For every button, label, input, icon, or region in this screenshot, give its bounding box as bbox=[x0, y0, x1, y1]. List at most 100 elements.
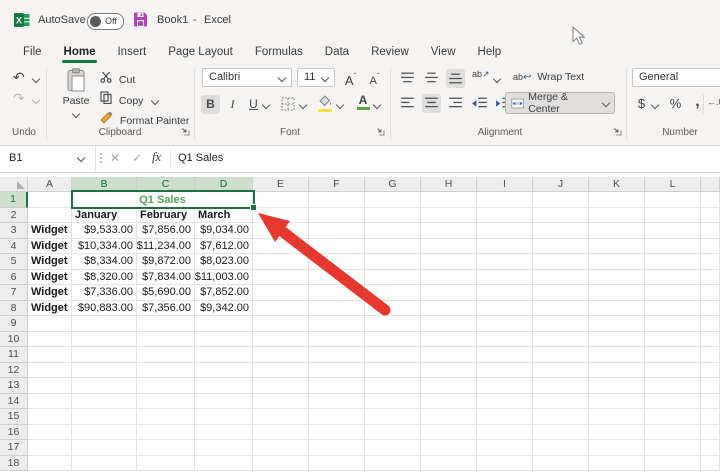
cell-K5[interactable] bbox=[589, 254, 645, 270]
cell-I11[interactable] bbox=[477, 347, 533, 363]
currency-format-button[interactable]: $ bbox=[632, 94, 651, 113]
cell-G11[interactable] bbox=[365, 347, 421, 363]
cell-H6[interactable] bbox=[421, 270, 477, 286]
cell-H12[interactable] bbox=[421, 363, 477, 379]
wrap-text-button[interactable]: ab↩ Wrap Text bbox=[513, 71, 584, 83]
cell-H5[interactable] bbox=[421, 254, 477, 270]
cell-D2[interactable]: March bbox=[195, 208, 253, 224]
cell-H11[interactable] bbox=[421, 347, 477, 363]
cell-E8[interactable] bbox=[253, 301, 309, 317]
cell-E2[interactable] bbox=[253, 208, 309, 224]
cell-E3[interactable] bbox=[253, 223, 309, 239]
cell-C10[interactable] bbox=[137, 332, 195, 348]
row-header-11[interactable]: 11 bbox=[0, 347, 28, 363]
cell-K4[interactable] bbox=[589, 239, 645, 255]
undo-icon[interactable]: ↶ bbox=[13, 69, 25, 86]
column-header-D[interactable]: D bbox=[195, 177, 253, 192]
cell-B15[interactable] bbox=[72, 409, 137, 425]
cell-M7[interactable] bbox=[701, 285, 720, 301]
column-header-J[interactable]: J bbox=[533, 177, 589, 192]
cell-M16[interactable] bbox=[701, 425, 720, 441]
cell-L10[interactable] bbox=[645, 332, 701, 348]
row-header-9[interactable]: 9 bbox=[0, 316, 28, 332]
cell-A5[interactable]: Widget C bbox=[28, 254, 72, 270]
cell-L12[interactable] bbox=[645, 363, 701, 379]
cell-K8[interactable] bbox=[589, 301, 645, 317]
cell-B7[interactable]: $7,336.00 bbox=[72, 285, 137, 301]
cell-K10[interactable] bbox=[589, 332, 645, 348]
cell-K3[interactable] bbox=[589, 223, 645, 239]
column-header-E[interactable]: E bbox=[253, 177, 309, 192]
cell-A9[interactable] bbox=[28, 316, 72, 332]
cell-L2[interactable] bbox=[645, 208, 701, 224]
cell-C13[interactable] bbox=[137, 378, 195, 394]
enter-icon[interactable]: ✓ bbox=[132, 151, 142, 165]
cell-I4[interactable] bbox=[477, 239, 533, 255]
cell-K15[interactable] bbox=[589, 409, 645, 425]
row-header-4[interactable]: 4 bbox=[0, 239, 28, 255]
cell-G7[interactable] bbox=[365, 285, 421, 301]
cell-F15[interactable] bbox=[309, 409, 365, 425]
cell-A16[interactable] bbox=[28, 425, 72, 441]
row-header-1[interactable]: 1 bbox=[0, 192, 28, 208]
cell-D14[interactable] bbox=[195, 394, 253, 410]
cell-K7[interactable] bbox=[589, 285, 645, 301]
cell-D15[interactable] bbox=[195, 409, 253, 425]
cell-B5[interactable]: $8,334.00 bbox=[72, 254, 137, 270]
cell-D4[interactable]: $7,612.00 bbox=[195, 239, 253, 255]
comma-format-button[interactable]: , bbox=[688, 92, 707, 111]
cell-B18[interactable] bbox=[72, 456, 137, 472]
cell-K1[interactable] bbox=[589, 192, 645, 208]
cell-B8[interactable]: $90,883.00 bbox=[72, 301, 137, 317]
fill-color-button[interactable] bbox=[318, 95, 334, 112]
cell-L15[interactable] bbox=[645, 409, 701, 425]
cell-J15[interactable] bbox=[533, 409, 589, 425]
cell-A17[interactable] bbox=[28, 440, 72, 456]
cell-I17[interactable] bbox=[477, 440, 533, 456]
cell-I13[interactable] bbox=[477, 378, 533, 394]
cell-B10[interactable] bbox=[72, 332, 137, 348]
cell-F1[interactable] bbox=[309, 192, 365, 208]
cell-B6[interactable]: $8,320.00 bbox=[72, 270, 137, 286]
cell-K14[interactable] bbox=[589, 394, 645, 410]
cell-M14[interactable] bbox=[701, 394, 720, 410]
paste-button[interactable]: Paste bbox=[58, 68, 94, 119]
cell-D18[interactable] bbox=[195, 456, 253, 472]
align-bottom-icon[interactable] bbox=[446, 69, 465, 88]
copy-button[interactable]: Copy bbox=[100, 91, 158, 107]
cell-G8[interactable] bbox=[365, 301, 421, 317]
cell-M2[interactable] bbox=[701, 208, 720, 224]
cell-F10[interactable] bbox=[309, 332, 365, 348]
grow-font-button[interactable]: Aˆ bbox=[341, 67, 360, 86]
cell-L1[interactable] bbox=[645, 192, 701, 208]
italic-button[interactable]: I bbox=[223, 95, 242, 114]
insert-function-icon[interactable]: fx bbox=[152, 150, 161, 165]
column-header-H[interactable]: H bbox=[421, 177, 477, 192]
row-header-2[interactable]: 2 bbox=[0, 208, 28, 224]
cell-E9[interactable] bbox=[253, 316, 309, 332]
formula-content[interactable]: Q1 Sales bbox=[178, 152, 223, 164]
align-top-icon[interactable] bbox=[398, 69, 417, 88]
cell-H3[interactable] bbox=[421, 223, 477, 239]
clipboard-dialog-launcher[interactable] bbox=[181, 127, 190, 136]
cell-C9[interactable] bbox=[137, 316, 195, 332]
cell-D6[interactable]: $11,003.00 bbox=[195, 270, 253, 286]
column-header-L[interactable]: L bbox=[645, 177, 701, 192]
row-header-17[interactable]: 17 bbox=[0, 440, 28, 456]
cell-J4[interactable] bbox=[533, 239, 589, 255]
tab-home[interactable]: Home bbox=[53, 40, 107, 64]
cell-J12[interactable] bbox=[533, 363, 589, 379]
merge-center-button[interactable]: Merge & Center bbox=[505, 92, 615, 114]
cell-F4[interactable] bbox=[309, 239, 365, 255]
cell-L16[interactable] bbox=[645, 425, 701, 441]
cell-D8[interactable]: $9,342.00 bbox=[195, 301, 253, 317]
cell-L4[interactable] bbox=[645, 239, 701, 255]
cell-L3[interactable] bbox=[645, 223, 701, 239]
font-name-select[interactable]: Calibri bbox=[202, 68, 292, 87]
row-header-12[interactable]: 12 bbox=[0, 363, 28, 379]
cell-G14[interactable] bbox=[365, 394, 421, 410]
cell-G1[interactable] bbox=[365, 192, 421, 208]
cell-H14[interactable] bbox=[421, 394, 477, 410]
cell-G17[interactable] bbox=[365, 440, 421, 456]
cell-C4[interactable]: $11,234.00 bbox=[137, 239, 195, 255]
